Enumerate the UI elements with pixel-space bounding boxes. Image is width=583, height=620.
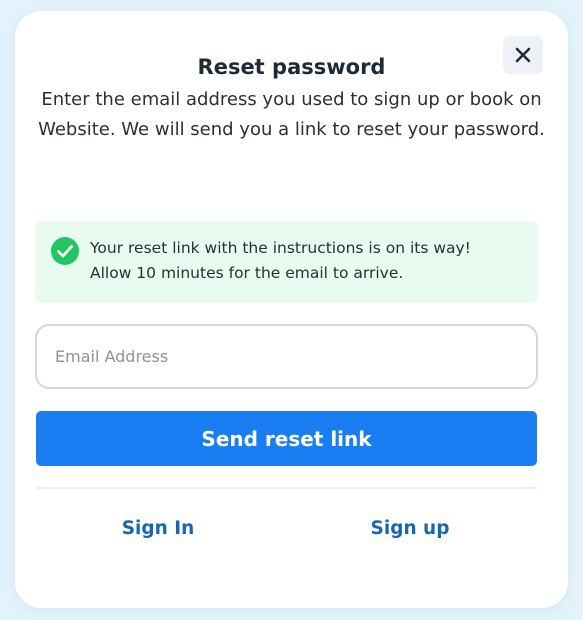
alert-line-2: Allow 10 minutes for the email to arrive… — [90, 264, 404, 282]
check-circle-icon — [51, 237, 79, 265]
send-reset-link-button[interactable]: Send reset link — [36, 411, 537, 466]
success-alert: Your reset link with the instructions is… — [35, 221, 538, 303]
alert-message: Your reset link with the instructions is… — [90, 236, 530, 286]
alert-line-1: Your reset link with the instructions is… — [90, 239, 471, 257]
email-input[interactable] — [35, 324, 538, 389]
divider — [36, 487, 537, 489]
modal-description: Enter the email address you used to sign… — [38, 89, 545, 140]
reset-password-modal: Reset password Enter the email address y… — [15, 11, 568, 608]
modal-title: Reset password — [197, 55, 386, 79]
sign-up-link[interactable]: Sign up — [330, 518, 490, 539]
sign-in-link[interactable]: Sign In — [78, 518, 238, 539]
